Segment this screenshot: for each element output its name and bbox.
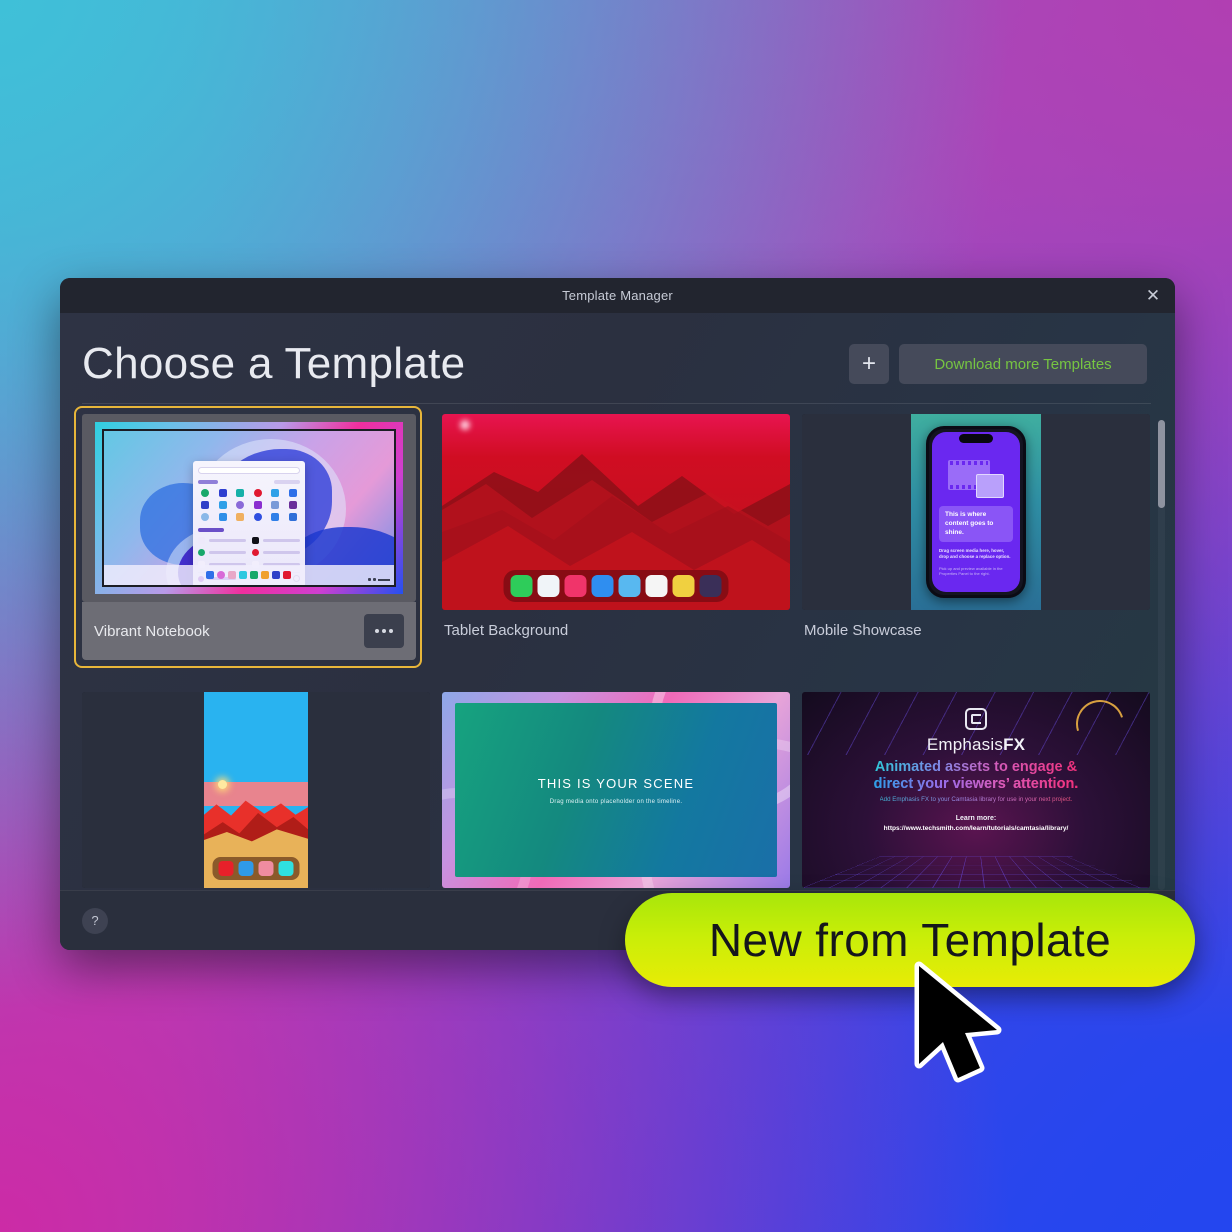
emphasis-fx-brand: EmphasisFX — [927, 735, 1025, 755]
add-template-button[interactable]: + — [849, 344, 889, 384]
windows-desktop-preview — [82, 414, 416, 602]
camtasia-logo-icon — [965, 708, 987, 730]
files-icon — [618, 575, 641, 597]
template-card-scene[interactable]: THIS IS YOUR SCENE Drag media onto place… — [442, 692, 790, 890]
emphasis-fx-preview: EmphasisFX Animated assets to engage & d… — [802, 692, 1150, 888]
brand-bold: FX — [1003, 735, 1026, 754]
phone-showcase-preview: This is where content goes to shine. Dra… — [802, 414, 1150, 610]
template-card-mobile-showcase[interactable]: This is where content goes to shine. Dra… — [802, 414, 1150, 668]
phone-screen: This is where content goes to shine. Dra… — [932, 432, 1020, 592]
template-card-emphasis-fx[interactable]: EmphasisFX Animated assets to engage & d… — [802, 692, 1150, 890]
learn-more-label: Learn more: — [955, 815, 997, 823]
notes-icon — [672, 575, 695, 597]
grid-scrollbar[interactable] — [1158, 420, 1165, 890]
template-thumbnail: EmphasisFX Animated assets to engage & d… — [802, 692, 1150, 888]
emphasis-fx-subline: Add Emphasis FX to your Camtasia library… — [879, 796, 1073, 804]
callout-label: New from Template — [708, 914, 1112, 966]
brand-light: Emphasis — [926, 735, 1004, 754]
phone-sunset-preview — [82, 692, 430, 888]
template-card-tablet-background[interactable]: Tablet Background — [442, 414, 790, 668]
scene-body: Drag media onto placeholder on the timel… — [549, 798, 683, 805]
template-label — [442, 888, 790, 890]
template-card-phone-sunset[interactable] — [82, 692, 430, 890]
messages-icon — [510, 575, 533, 597]
media-placeholder-icon — [948, 460, 1004, 498]
phone-mockup: This is where content goes to shine. Dra… — [926, 426, 1026, 598]
template-label — [802, 888, 1150, 890]
emphasis-fx-headline: Animated assets to engage & direct your … — [874, 759, 1079, 793]
emphasis-fx-url[interactable]: https://www.techsmith.com/learn/tutorial… — [884, 825, 1069, 832]
template-thumbnail — [82, 414, 416, 602]
scene-inner: THIS IS YOUR SCENE Drag media onto place… — [455, 703, 777, 877]
template-label: Tablet Background — [444, 622, 569, 639]
phone-note: Pick up and preview available in the Pro… — [939, 565, 1003, 577]
shortcuts-icon — [699, 575, 722, 597]
page-title: Choose a Template — [82, 339, 466, 388]
scene-heading: THIS IS YOUR SCENE — [537, 775, 695, 791]
phone-mockup — [204, 692, 308, 888]
new-from-template-callout[interactable]: New from Template — [625, 893, 1195, 987]
template-thumbnail — [442, 414, 790, 610]
phone-notch-icon — [959, 434, 993, 443]
template-grid: Vibrant Notebook Tablet Background This … — [74, 406, 1151, 890]
grid-scrollbar-thumb[interactable] — [1158, 420, 1165, 508]
template-card-vibrant-notebook[interactable]: Vibrant Notebook — [74, 406, 422, 668]
template-grid-scroll-area[interactable]: Vibrant Notebook Tablet Background This … — [60, 404, 1175, 890]
card-label-bar: Vibrant Notebook — [82, 602, 416, 660]
tablet-dock — [503, 570, 729, 602]
template-label — [82, 888, 430, 890]
phone-body: Drag screen media here, hover, drop and … — [939, 548, 1011, 560]
template-thumbnail: This is where content goes to shine. Dra… — [802, 414, 1150, 610]
header-actions: + Download more Templates — [849, 344, 1147, 384]
template-label: Vibrant Notebook — [94, 622, 210, 640]
dialog-body: Choose a Template + Download more Templa… — [60, 313, 1175, 950]
desktop-background: Template Manager ✕ Choose a Template + D… — [0, 0, 1232, 1232]
color-swatch-grid — [198, 488, 300, 521]
phone-heading: This is where content goes to shine. — [945, 511, 994, 536]
laptop-bezel — [95, 421, 403, 595]
search-field-mock — [197, 466, 300, 474]
template-manager-window: Template Manager ✕ Choose a Template + D… — [60, 278, 1175, 950]
phone-text-card: This is where content goes to shine. — [939, 506, 1013, 543]
safari-icon — [537, 575, 560, 597]
headline-line-1: Animated assets to engage & — [874, 759, 1078, 775]
dialog-header: Choose a Template + Download more Templa… — [60, 313, 1175, 403]
music-icon — [564, 575, 587, 597]
help-icon[interactable]: ? — [82, 907, 108, 934]
photos-icon — [645, 575, 668, 597]
taskbar-mock — [104, 565, 394, 586]
laptop-screen — [102, 428, 396, 588]
template-thumbnail — [82, 692, 430, 888]
tablet-red-mountains-preview — [442, 414, 790, 610]
template-label: Mobile Showcase — [804, 622, 922, 639]
scene-preview: THIS IS YOUR SCENE Drag media onto place… — [442, 692, 790, 888]
mail-icon — [591, 575, 614, 597]
window-titlebar: Template Manager ✕ — [60, 278, 1175, 313]
download-more-templates-button[interactable]: Download more Templates — [899, 344, 1147, 384]
template-thumbnail: THIS IS YOUR SCENE Drag media onto place… — [442, 692, 790, 888]
phone-dock — [212, 857, 300, 880]
template-more-options-button[interactable] — [364, 614, 404, 648]
headline-line-2: direct your viewers’ attention. — [873, 776, 1079, 793]
window-title: Template Manager — [562, 288, 673, 303]
close-icon[interactable]: ✕ — [1139, 282, 1167, 310]
